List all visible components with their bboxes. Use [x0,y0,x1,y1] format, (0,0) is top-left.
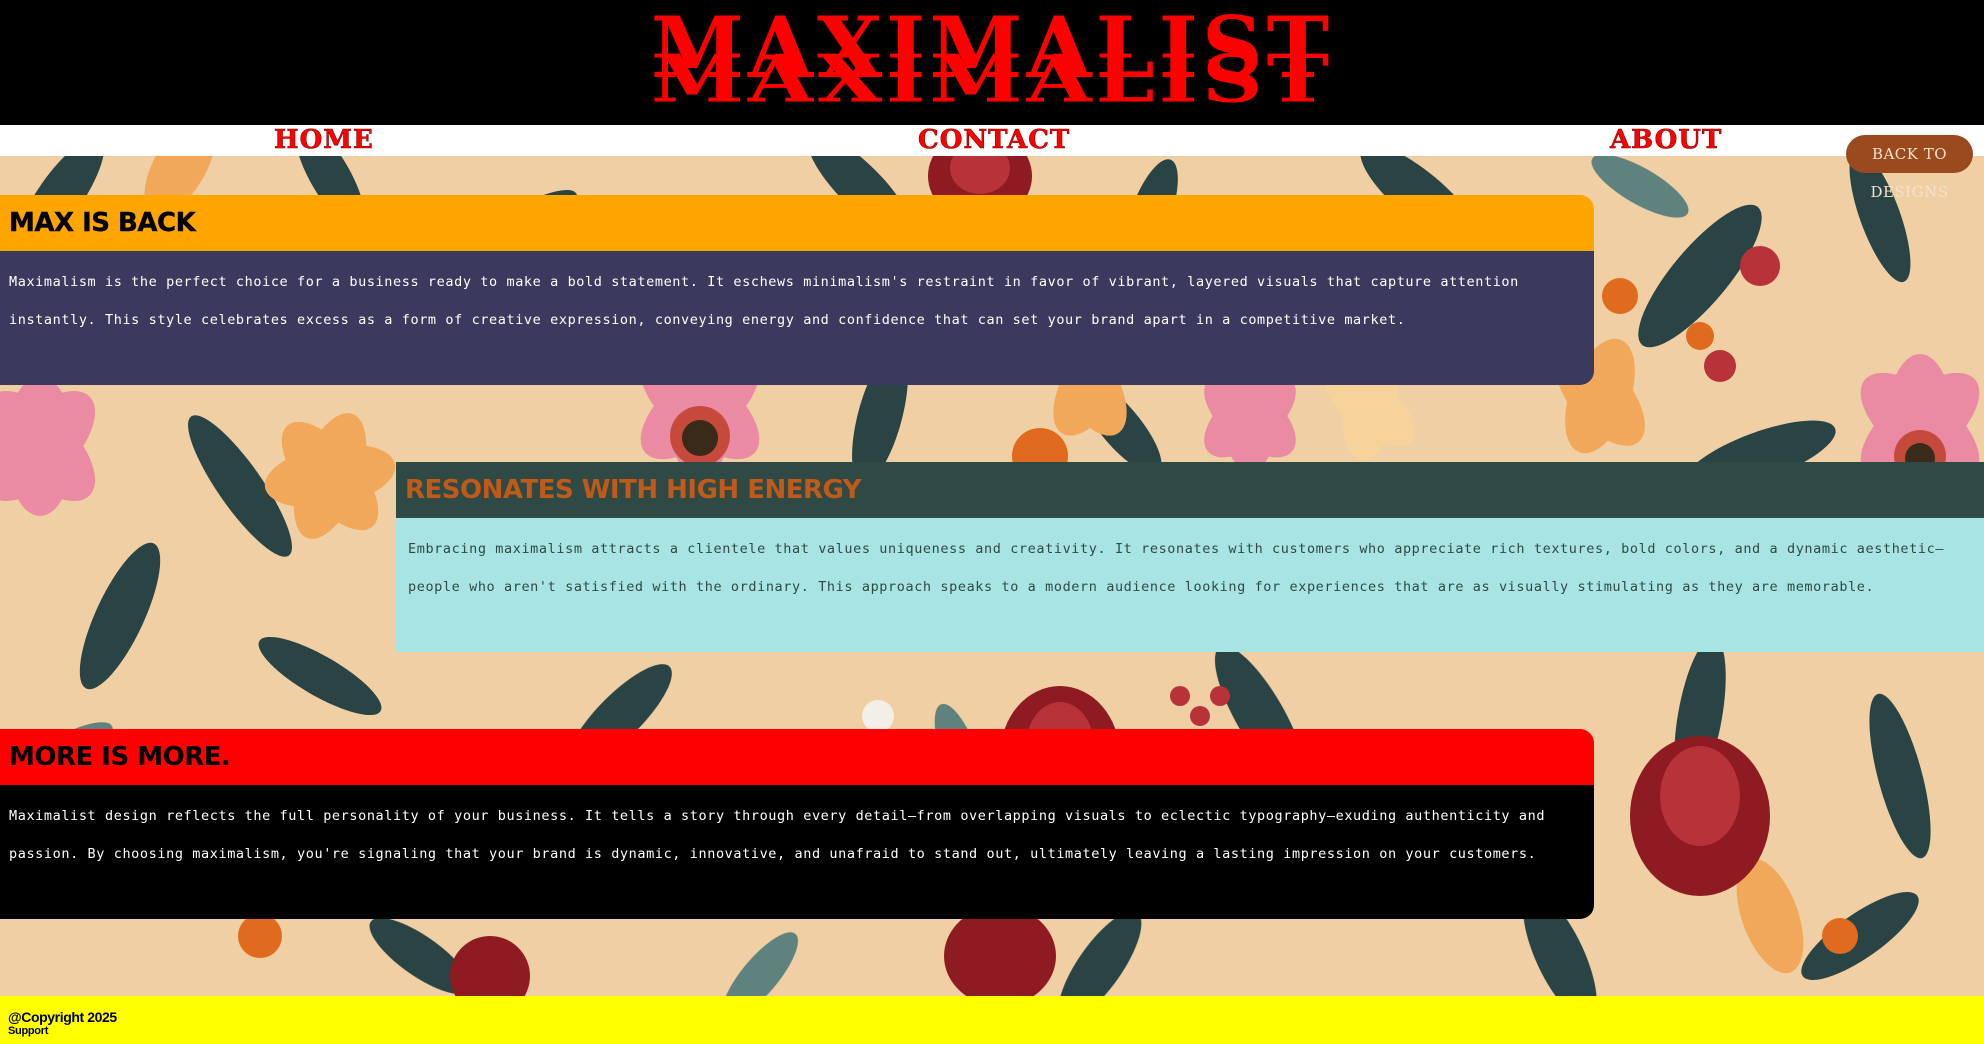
section-heading: RESONATES WITH HIGH ENERGY [396,462,1984,518]
back-to-designs-button[interactable]: BACK TO DESIGNS [1846,135,1973,201]
site-footer: @Copyright 2025 Support [0,996,1984,1044]
section-heading: MAX IS BACK [0,195,1594,251]
section-body-text: Maximalist design reflects the full pers… [0,785,1594,919]
nav-link-home[interactable]: HOME [274,125,374,156]
logo-reflection-text: MAXIMALIST [650,46,1334,114]
logo-reflection: MAXIMALIST [0,46,1984,114]
nav-link-about[interactable]: ABOUT [1610,125,1722,156]
section-max-is-back: MAX IS BACK Maximalism is the perfect ch… [0,195,1594,385]
logo: MAXIMALIST MAXIMALIST [0,4,1984,116]
section-heading: MORE IS MORE. [0,729,1594,785]
main-nav: HOME CONTACT ABOUT [0,125,1984,156]
copyright-text: @Copyright 2025 [8,1009,117,1025]
section-more-is-more: MORE IS MORE. Maximalist design reflects… [0,729,1594,919]
section-body-text: Embracing maximalism attracts a clientel… [396,518,1984,652]
support-link[interactable]: Support [8,1025,48,1037]
section-resonates-with-high-energy: RESONATES WITH HIGH ENERGY Embracing max… [396,462,1984,652]
site-header: MAXIMALIST MAXIMALIST [0,0,1984,125]
nav-link-contact[interactable]: CONTACT [918,125,1070,156]
section-body-text: Maximalism is the perfect choice for a b… [0,251,1594,385]
